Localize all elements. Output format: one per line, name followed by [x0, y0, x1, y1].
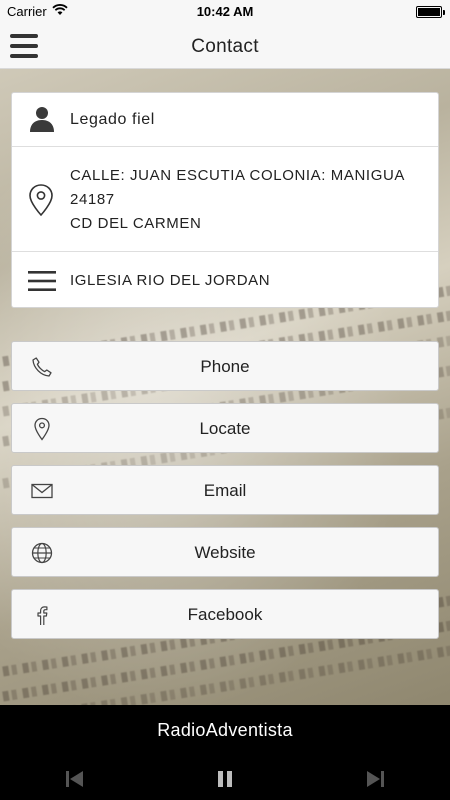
status-time: 10:42 AM: [196, 4, 254, 19]
address-line-1: CALLE: JUAN ESCUTIA COLONIA: MANIGUA 241…: [70, 167, 405, 208]
person-icon: [28, 105, 56, 138]
contact-address-row: CALLE: JUAN ESCUTIA COLONIA: MANIGUA 241…: [12, 147, 438, 252]
pause-button[interactable]: [214, 768, 236, 790]
website-button[interactable]: Website: [11, 527, 439, 577]
website-label: Website: [194, 543, 256, 562]
previous-track-button[interactable]: [64, 768, 86, 790]
radio-player: RadioAdventista: [0, 705, 450, 800]
next-track-button[interactable]: [364, 768, 386, 790]
pause-icon: [218, 771, 232, 787]
email-button[interactable]: Email: [11, 465, 439, 515]
status-bar: Carrier 10:42 AM: [0, 0, 450, 24]
contact-info-card: Legado fiel CALLE: JUAN ESCUTIA COLONIA:…: [11, 92, 439, 308]
contact-name-row: Legado fiel: [12, 93, 438, 147]
skip-back-icon: [66, 771, 83, 787]
phone-label: Phone: [200, 357, 250, 376]
contact-address: CALLE: JUAN ESCUTIA COLONIA: MANIGUA 241…: [70, 164, 426, 236]
facebook-button[interactable]: Facebook: [11, 589, 439, 639]
church-name: IGLESIA RIO DEL JORDAN: [70, 272, 271, 289]
locate-button[interactable]: Locate: [11, 403, 439, 453]
phone-button[interactable]: Phone: [11, 341, 439, 391]
location-pin-icon: [28, 183, 54, 222]
contact-church-row: IGLESIA RIO DEL JORDAN: [12, 252, 438, 309]
contact-name: Legado fiel: [70, 111, 155, 128]
station-name: RadioAdventista: [157, 720, 293, 740]
email-label: Email: [203, 481, 247, 500]
nav-bar: Contact: [0, 24, 450, 69]
skip-forward-icon: [367, 771, 384, 787]
facebook-label: Facebook: [187, 605, 263, 624]
address-line-2: CD DEL CARMEN: [70, 215, 202, 232]
page-title: Contact: [191, 36, 259, 57]
locate-label: Locate: [199, 419, 251, 438]
battery-icon: [416, 6, 445, 18]
list-icon: [28, 271, 56, 296]
